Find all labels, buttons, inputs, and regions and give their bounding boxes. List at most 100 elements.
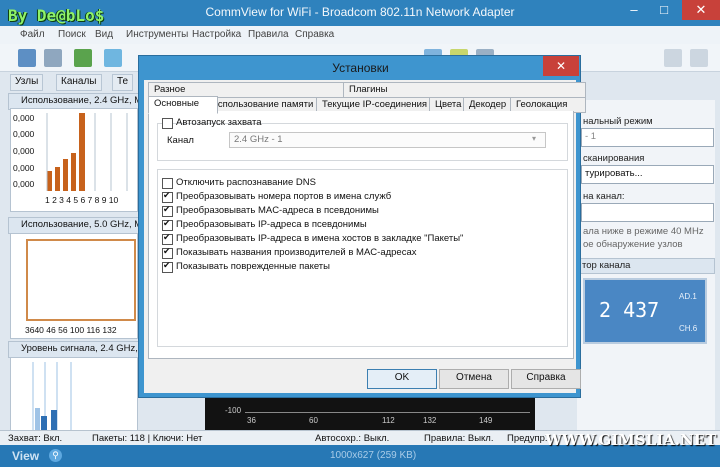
help-button[interactable]: Справка: [511, 369, 581, 389]
option-checkbox[interactable]: [162, 246, 173, 259]
zoom-icon[interactable]: ⚲: [49, 449, 62, 462]
window-title: CommView for WiFi - Broadcom 802.11n Net…: [205, 5, 515, 19]
tab-general[interactable]: Основные: [148, 96, 218, 114]
monitor-header[interactable]: тор канала: [577, 258, 715, 274]
view-label[interactable]: View: [12, 449, 39, 463]
scan-select[interactable]: турировать...: [581, 165, 714, 184]
tab-channels-label: Каналы: [61, 76, 97, 87]
maximize-button[interactable]: □: [650, 0, 678, 20]
tab-nodes[interactable]: Узлы: [10, 74, 44, 91]
scan-label: сканирования: [583, 153, 645, 164]
section-usage-50-title: Использование, 5.0 GHz, МБ: [21, 219, 149, 230]
title-bar: CommView for WiFi - Broadcom 802.11n Net…: [0, 0, 720, 26]
option-label: Преобразовывать IP-адреса в псевдонимы: [176, 219, 367, 230]
open-log-icon[interactable]: [74, 49, 92, 67]
x-ticks: 3640 46 56 100 116 132: [25, 325, 117, 335]
option-label: Преобразовывать MAC-адреса в псевдонимы: [176, 205, 379, 216]
usage-50-chart: 3640 46 56 100 116 132: [10, 233, 138, 339]
option-label: Преобразовывать номера портов в имена сл…: [176, 191, 392, 202]
signal-24-chart: [10, 357, 138, 432]
cancel-button[interactable]: Отмена: [439, 369, 509, 389]
section-signal-24-title: Уровень сигнала, 2.4 GHz, dB: [21, 343, 150, 354]
toolbar-tool-icon[interactable]: [690, 49, 708, 67]
y-tick: 0,000: [13, 179, 35, 189]
x-ticks: 1 2 3 4 5 6 7 8 9 10: [45, 195, 119, 205]
graph-xtick: 149: [479, 416, 493, 425]
graph-ylabel: -100: [225, 406, 242, 415]
new-window-icon[interactable]: [104, 49, 122, 67]
start-capture-icon[interactable]: [18, 49, 36, 67]
dialog-title: Установки: [332, 61, 389, 75]
monitor-label: тор канала: [582, 260, 631, 271]
y-tick: 0,000: [13, 113, 35, 123]
menu-tools[interactable]: Инструменты: [126, 29, 188, 40]
option-checkbox[interactable]: [162, 260, 173, 273]
y-tick: 0,000: [13, 163, 35, 173]
tab-more[interactable]: Те: [112, 74, 134, 91]
channel-field-label: Канал: [167, 135, 194, 146]
graph-xtick: 132: [423, 416, 437, 425]
lcd-channel: CH.6: [679, 324, 698, 333]
image-size: 1000x627 (259 KB): [330, 450, 417, 461]
close-button[interactable]: ✕: [682, 0, 720, 20]
y-tick: 0,000: [13, 146, 35, 156]
status-packets: Пакеты: 118 | Ключи: Нет: [92, 433, 203, 444]
usage-50-frame: [26, 239, 136, 321]
option-label: Преобразовывать IP-адреса в имена хостов…: [176, 233, 464, 244]
viewer-footer: View ⚲ 1000x627 (259 KB) WWW.GIMSLIA.NET: [0, 431, 720, 467]
autostart-label: Автозапуск захвата: [176, 117, 262, 128]
ok-button[interactable]: OK: [367, 369, 437, 389]
lcd-mode: AD.1: [679, 292, 697, 301]
note-detect: ое обнаружение узлов: [583, 239, 683, 250]
menu-rules[interactable]: Правила: [248, 29, 289, 40]
tab-more-label: Те: [117, 76, 129, 87]
channel-lcd: 2 437 AD.1 CH.6: [583, 278, 707, 344]
status-autosave: Автосохр.: Выкл.: [315, 433, 390, 444]
lcd-frequency: 2 437: [599, 298, 660, 322]
section-usage-24-title: Использование, 2.4 GHz, МБ: [21, 95, 149, 106]
status-warnings: Предупр.: [507, 433, 548, 444]
menu-search[interactable]: Поиск: [58, 29, 86, 40]
menu-bar: Файл Поиск Вид Инструменты Настройка Пра…: [0, 26, 720, 44]
stop-capture-icon[interactable]: [44, 49, 62, 67]
channel-label: на канал:: [583, 191, 625, 202]
dialog-close-button[interactable]: ✕: [543, 56, 579, 76]
status-rules: Правила: Выкл.: [424, 433, 494, 444]
option-label: Показывать названия производителей в MAC…: [176, 247, 417, 258]
section-usage-50[interactable]: Использование, 5.0 GHz, МБ: [8, 217, 150, 234]
menu-file[interactable]: Файл: [20, 29, 45, 40]
graph-xtick: 60: [309, 416, 318, 425]
usage-24-chart: 0,000 0,000 0,000 0,000 0,000 1 2 3 4 5 …: [10, 108, 138, 212]
option-checkbox[interactable]: [162, 190, 173, 203]
tab-plugins[interactable]: Плагины: [343, 82, 586, 98]
section-signal-24[interactable]: Уровень сигнала, 2.4 GHz, dB: [8, 341, 150, 358]
channel-select[interactable]: 2.4 GHz - 1 ▾: [229, 132, 546, 148]
option-checkbox[interactable]: [162, 218, 173, 231]
option-checkbox[interactable]: [162, 178, 173, 189]
settings-dialog: Установки ✕ Разное Плагины Основные Испо…: [138, 55, 586, 398]
watermark-text: By De@bLo$: [8, 6, 105, 25]
toolbar-tool-icon[interactable]: [664, 49, 682, 67]
autostart-checkbox[interactable]: [162, 118, 173, 129]
site-watermark: WWW.GIMSLIA.NET: [545, 431, 717, 449]
channel-select-value: 2.4 GHz - 1: [234, 134, 283, 145]
signal-24-bars: [32, 362, 72, 430]
option-checkbox[interactable]: [162, 204, 173, 217]
option-label: Отключить распознавание DNS: [176, 177, 316, 188]
graph-xtick: 112: [382, 416, 395, 425]
menu-help[interactable]: Справка: [295, 29, 334, 40]
graph-xtick: 36: [247, 416, 256, 425]
tab-channels[interactable]: Каналы: [56, 74, 102, 91]
menu-settings[interactable]: Настройка: [192, 29, 241, 40]
minimize-button[interactable]: –: [620, 0, 648, 20]
menu-view[interactable]: Вид: [95, 29, 113, 40]
status-capture: Захват: Вкл.: [8, 433, 63, 444]
option-checkbox[interactable]: [162, 232, 173, 245]
mode-label: нальный режим: [583, 116, 653, 127]
channel-spin[interactable]: [581, 203, 714, 222]
note-40mhz: ала ниже в режиме 40 MHz: [583, 226, 704, 237]
tab-nodes-label: Узлы: [15, 76, 39, 87]
mode-select[interactable]: - 1: [581, 128, 714, 147]
dialog-body: Разное Плагины Основные Использование па…: [144, 80, 586, 393]
general-tab-panel: Автозапуск захвата Канал 2.4 GHz - 1 ▾ О…: [148, 111, 574, 359]
